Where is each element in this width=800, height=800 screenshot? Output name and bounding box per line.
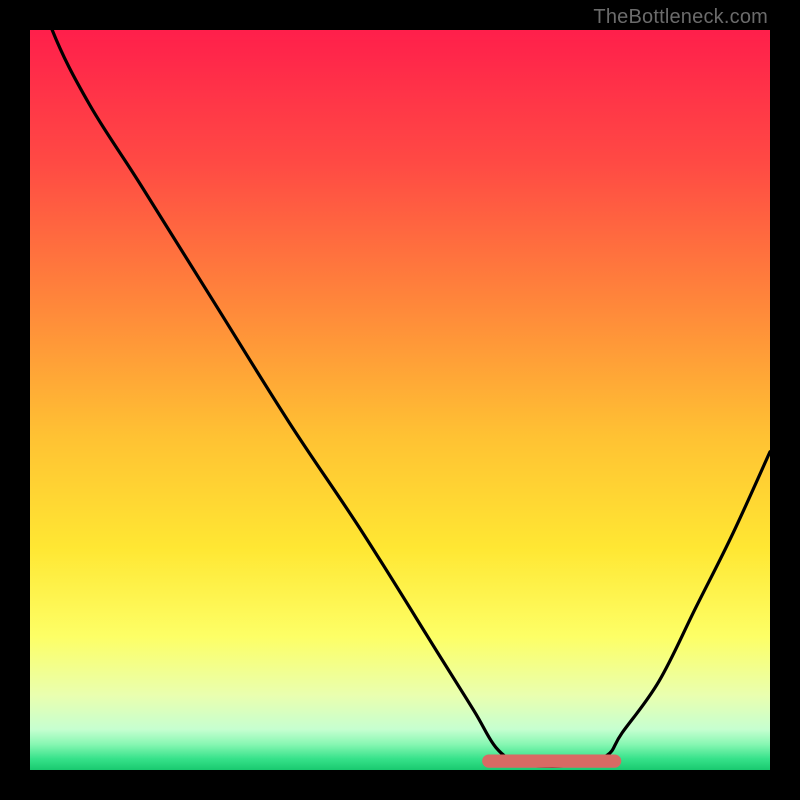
bottleneck-curve [30,30,770,770]
watermark-text: TheBottleneck.com [593,6,768,29]
plot-area [30,30,770,770]
chart-frame: TheBottleneck.com [0,0,800,800]
